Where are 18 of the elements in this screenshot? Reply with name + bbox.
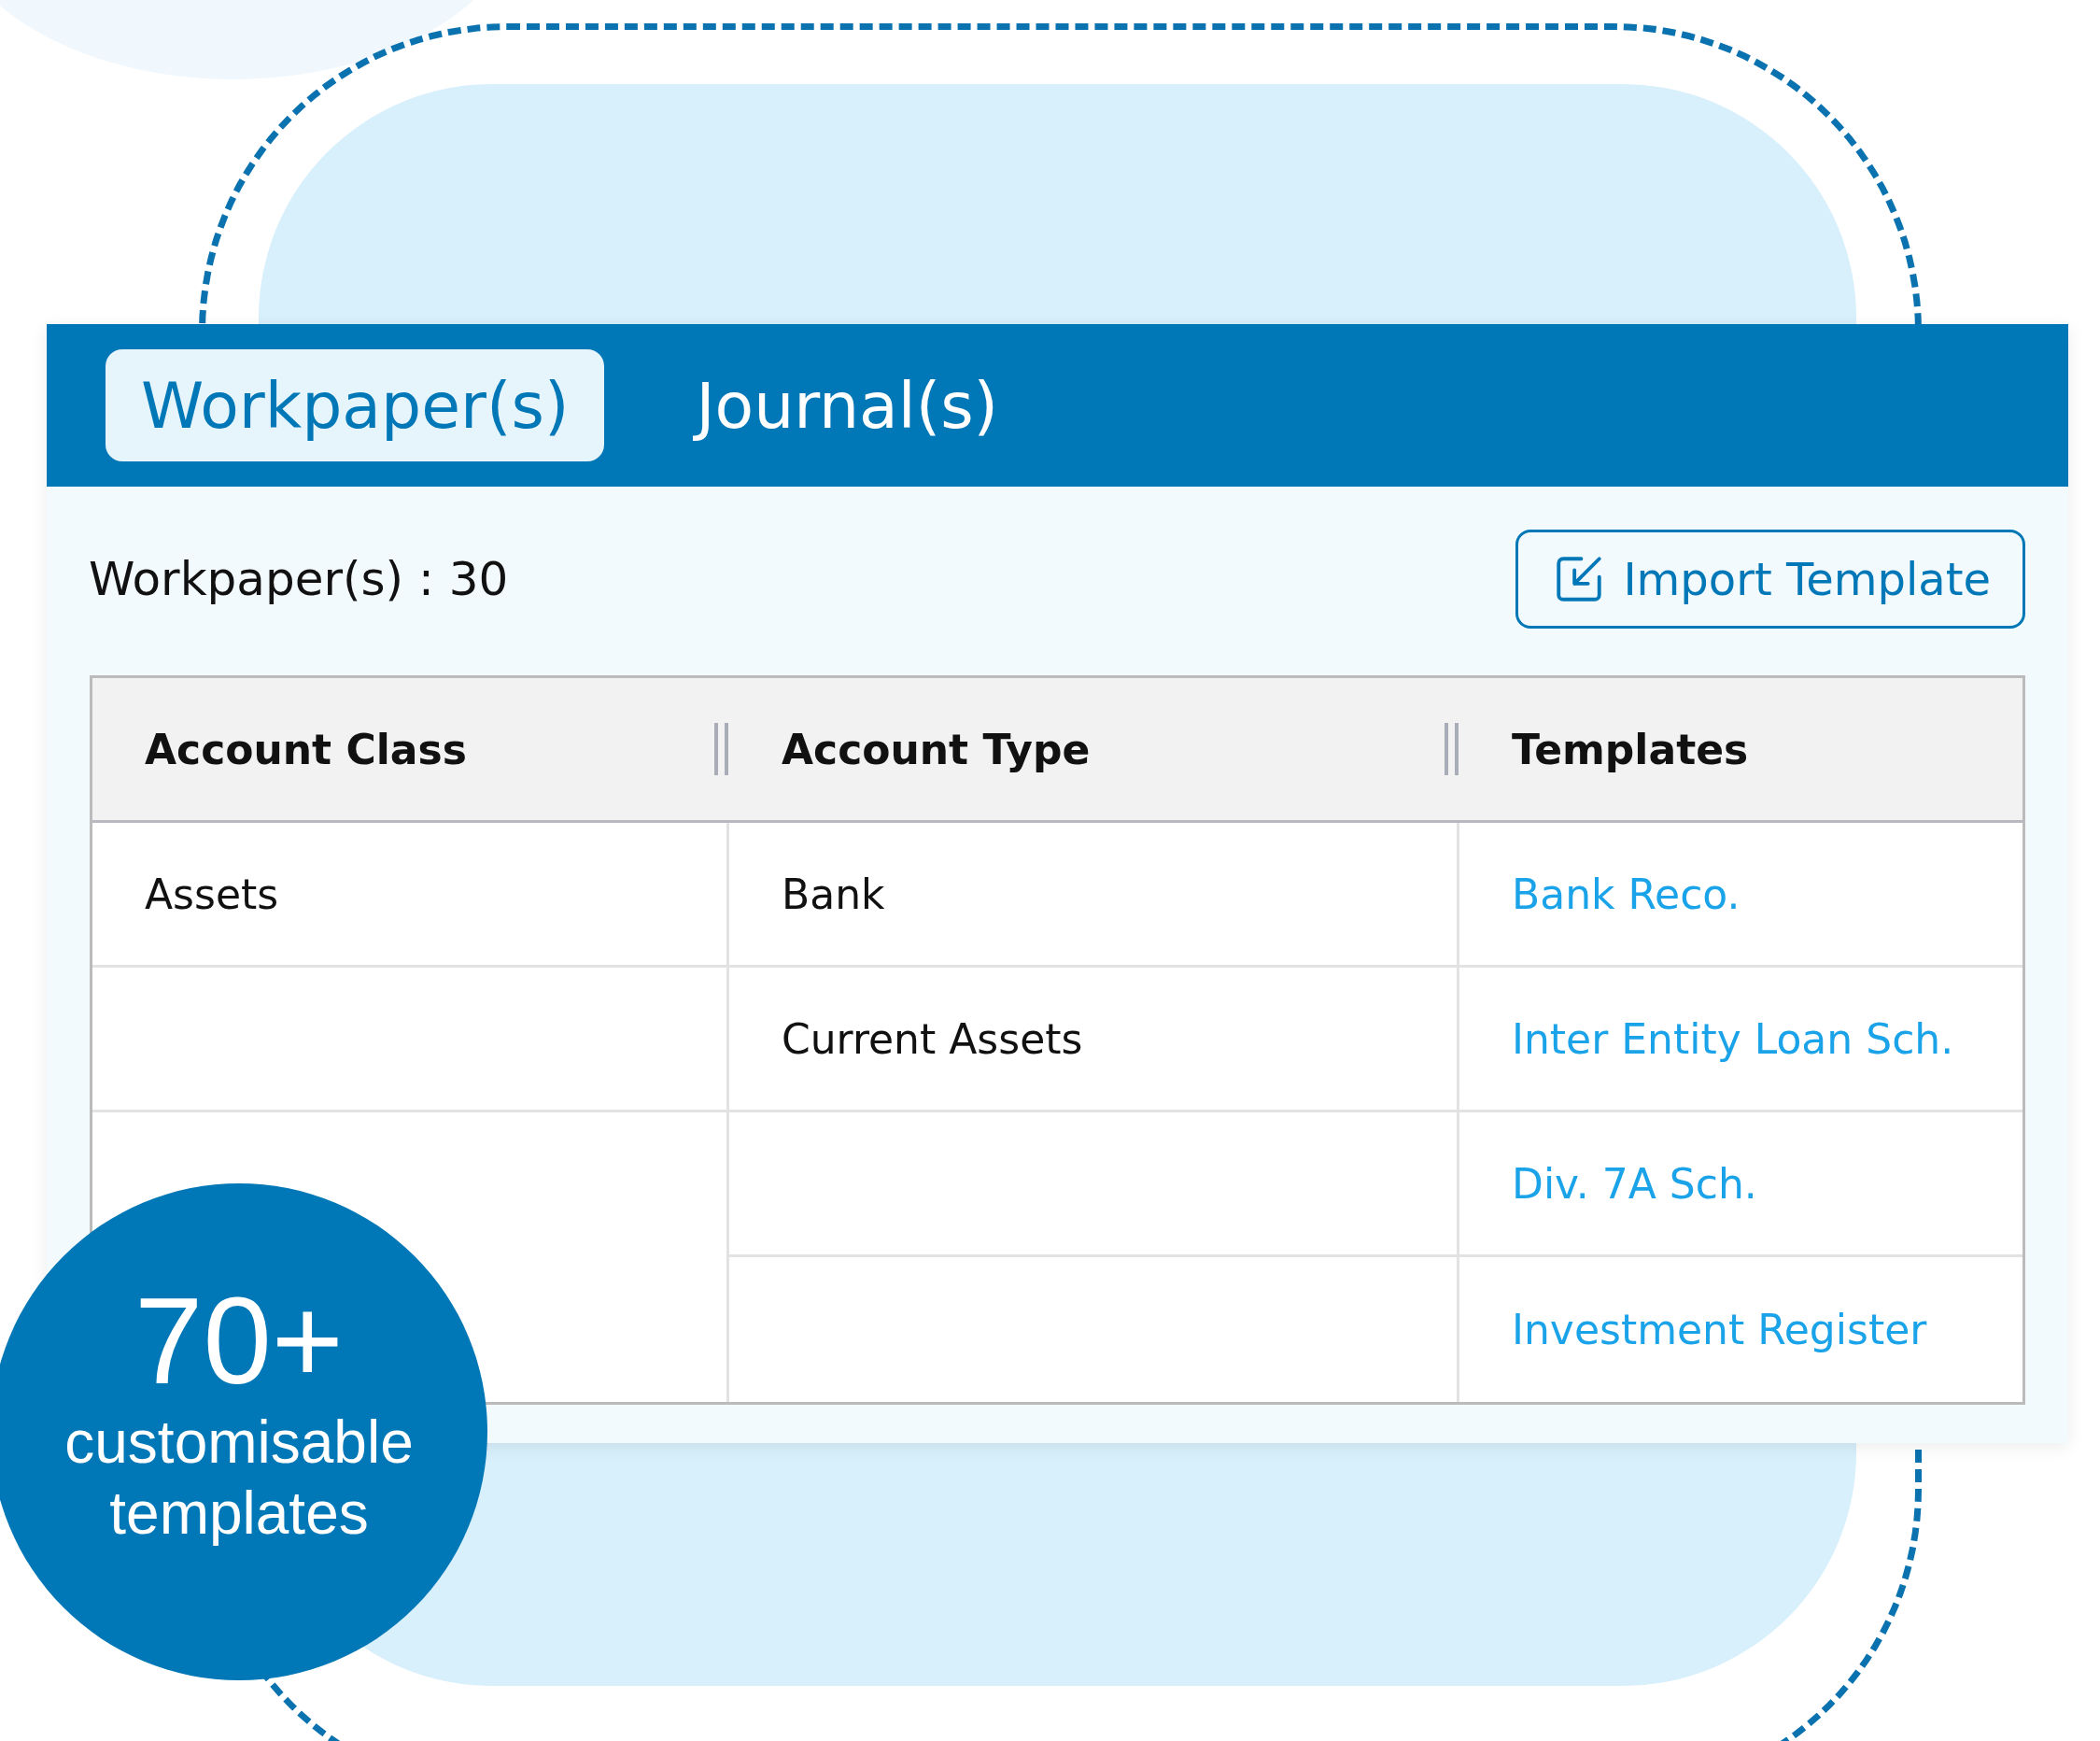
column-header: Templates bbox=[1459, 678, 2022, 823]
template-link[interactable]: Investment Register bbox=[1512, 1306, 1927, 1353]
template-link[interactable]: Inter Entity Loan Sch. bbox=[1512, 1014, 1954, 1063]
column-resize-handle[interactable] bbox=[1443, 723, 1461, 775]
import-template-button[interactable]: Import Template bbox=[1515, 530, 2025, 629]
tab[interactable]: Workpaper(s) bbox=[106, 349, 605, 461]
template-link[interactable]: Bank Reco. bbox=[1512, 870, 1741, 918]
column-header: Account Class bbox=[92, 678, 729, 823]
workpaper-count: Workpaper(s) : 30 bbox=[89, 552, 509, 606]
table-cell: Bank bbox=[729, 823, 1459, 968]
column-resize-handle[interactable] bbox=[712, 723, 731, 775]
badge-caption: customisable templates bbox=[63, 1407, 415, 1550]
column-header: Account Type bbox=[729, 678, 1459, 823]
tab[interactable]: Journal(s) bbox=[660, 349, 1035, 461]
template-link[interactable]: Div. 7A Sch. bbox=[1512, 1159, 1757, 1208]
badge-number: 70+ bbox=[134, 1276, 344, 1407]
table-cell: Assets bbox=[92, 823, 729, 968]
table-cell: Current Assets bbox=[729, 968, 1459, 1112]
